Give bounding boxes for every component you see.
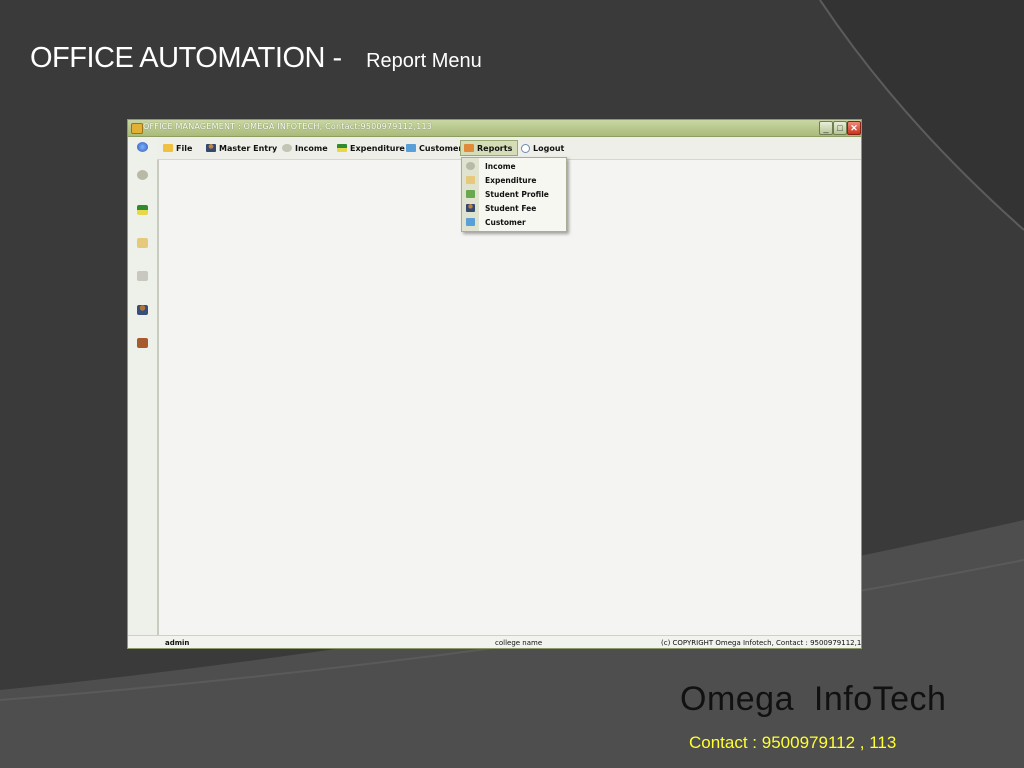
report-student-fee-label: Student Fee (485, 203, 537, 213)
menu-income-label: Income (295, 143, 328, 153)
app-window: OFFICE MANAGEMENT : OMEGA INFOTECH, Cont… (127, 119, 862, 649)
menu-master-entry-label: Master Entry (219, 143, 278, 153)
minimize-button[interactable]: _ (819, 121, 833, 135)
status-user: admin (165, 639, 190, 647)
sidebar (128, 137, 159, 635)
money-bag-icon[interactable] (137, 170, 148, 180)
folder-icon (163, 144, 173, 152)
maximize-button[interactable]: □ (833, 121, 847, 135)
close-button[interactable]: ✕ (847, 121, 861, 135)
slide-title-sub: Report Menu (366, 50, 482, 72)
student-profile-icon (466, 190, 475, 198)
customer-icon (406, 144, 416, 152)
menu-master-entry[interactable]: Master Entry (203, 140, 280, 156)
report-student-fee-item[interactable]: Student Fee (462, 201, 566, 215)
report-student-profile-item[interactable]: Student Profile (462, 187, 566, 201)
report-expenditure-item[interactable]: Expenditure (462, 173, 566, 187)
report-expenditure-label: Expenditure (485, 175, 537, 185)
logout-icon (521, 143, 530, 153)
menu-expenditure-label: Expenditure (350, 143, 405, 153)
report-income-label: Income (485, 161, 516, 171)
menu-expenditure[interactable]: Expenditure (334, 140, 408, 156)
menu-customer-label: Customer (419, 143, 463, 153)
student-fee-icon (466, 204, 475, 212)
card-icon (337, 144, 347, 152)
printer-icon[interactable] (137, 271, 148, 281)
brand-name: Omega InfoTech (680, 680, 947, 718)
menu-customer[interactable]: Customer (403, 140, 465, 156)
menu-file[interactable]: File (160, 140, 195, 156)
status-copyright: (c) COPYRIGHT Omega Infotech, Contact : … (661, 639, 862, 647)
user-icon (206, 144, 216, 152)
card-icon[interactable] (137, 205, 148, 215)
app-icon (131, 123, 143, 134)
window-titlebar[interactable]: OFFICE MANAGEMENT : OMEGA INFOTECH, Cont… (128, 120, 861, 137)
menu-reports-label: Reports (477, 143, 513, 153)
exit-door-icon[interactable] (137, 338, 148, 348)
money-bag-icon (282, 144, 292, 152)
report-icon (464, 144, 474, 152)
globe-icon[interactable] (137, 142, 148, 152)
customer-report-icon (466, 218, 475, 226)
reports-dropdown: Income Expenditure Student Profile Stude… (461, 157, 567, 232)
menu-logout-label: Logout (533, 143, 565, 153)
slide-title-main: OFFICE AUTOMATION - (30, 42, 342, 74)
slide-title: OFFICE AUTOMATION - Report Menu (30, 42, 482, 75)
status-bar: admin college name (c) COPYRIGHT Omega I… (128, 635, 862, 648)
report-customer-label: Customer (485, 217, 526, 227)
menu-logout[interactable]: Logout (518, 140, 567, 156)
report-student-profile-label: Student Profile (485, 189, 549, 199)
contact-info: Contact : 9500979112 , 113 (689, 733, 897, 752)
expenditure-report-icon (466, 176, 475, 184)
menu-income[interactable]: Income (279, 140, 331, 156)
menu-reports[interactable]: Reports (460, 140, 518, 156)
folder-icon[interactable] (137, 238, 148, 248)
income-report-icon (466, 162, 475, 170)
report-income-item[interactable]: Income (462, 159, 566, 173)
user-icon[interactable] (137, 305, 148, 315)
report-customer-item[interactable]: Customer (462, 215, 566, 229)
status-college: college name (495, 639, 543, 647)
window-title: OFFICE MANAGEMENT : OMEGA INFOTECH, Cont… (143, 122, 433, 131)
menu-file-label: File (176, 143, 193, 153)
